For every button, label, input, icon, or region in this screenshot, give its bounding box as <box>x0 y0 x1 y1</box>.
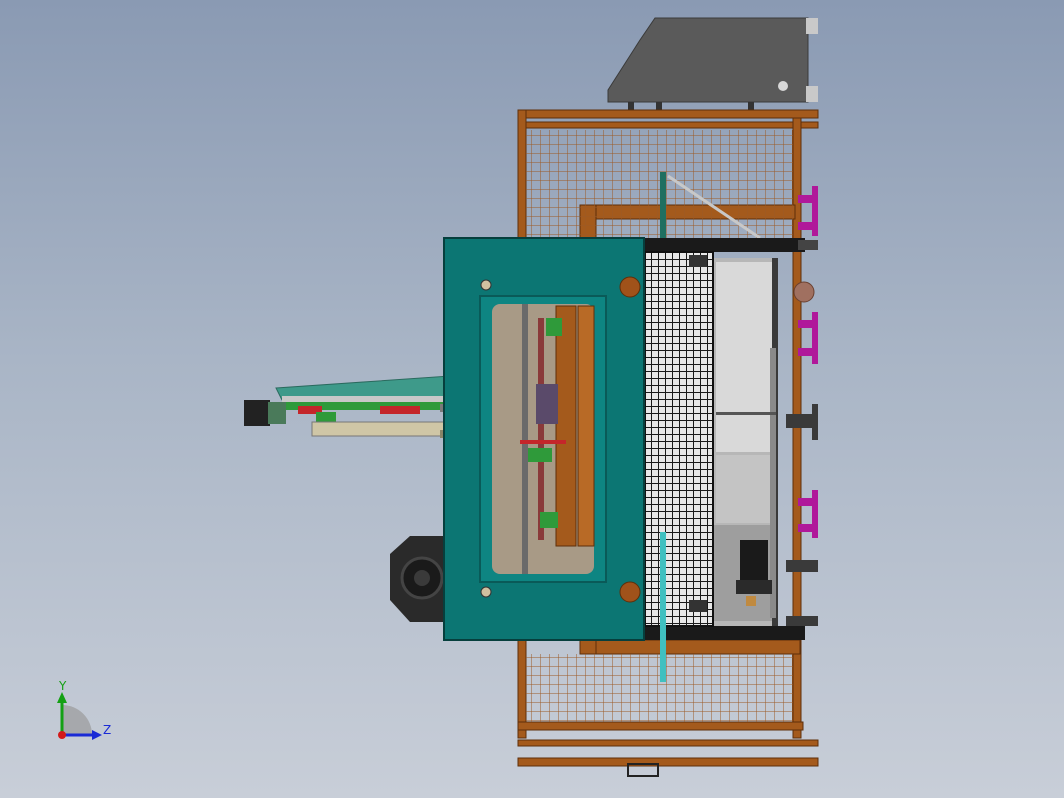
top-cover[interactable] <box>607 17 818 112</box>
upper-rod <box>660 172 666 240</box>
gearmotor[interactable] <box>390 536 444 622</box>
hinge-disc <box>619 276 641 298</box>
x-axis-dot <box>58 731 66 739</box>
hinge-disc <box>619 581 641 603</box>
z-axis-label: Z <box>103 723 111 737</box>
upper-mesh-panel <box>526 130 793 238</box>
panel-bolt <box>480 279 492 291</box>
panel-bolt <box>480 586 492 598</box>
model-view[interactable]: Y Z <box>0 0 1064 798</box>
cover-hole <box>778 81 788 91</box>
lower-mesh-panel <box>526 654 793 722</box>
y-axis-label: Y <box>58 679 67 693</box>
cyan-rod <box>660 532 666 682</box>
cad-viewport[interactable]: Y Z <box>0 0 1064 798</box>
arm-motor[interactable] <box>244 400 270 426</box>
coordinate-triad: Y Z <box>57 679 111 740</box>
